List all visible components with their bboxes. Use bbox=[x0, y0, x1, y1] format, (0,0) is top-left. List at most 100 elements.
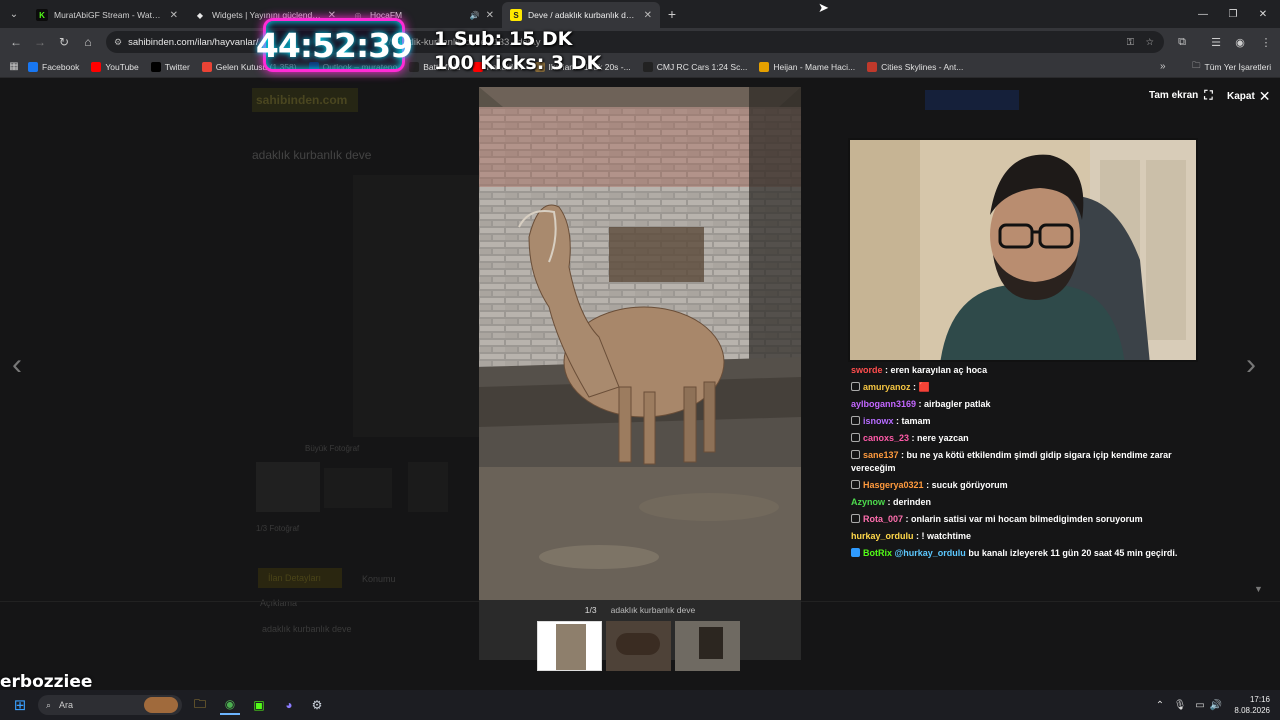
minimize-button[interactable]: — bbox=[1186, 0, 1220, 28]
bookmark-item[interactable]: Heijan - Mame Haci... bbox=[759, 61, 855, 72]
new-tab-button[interactable]: + bbox=[660, 6, 684, 22]
chat-text: eren karayılan aç hoca bbox=[890, 365, 988, 375]
chat-username[interactable]: BotRix bbox=[863, 548, 892, 558]
back-icon[interactable]: ← bbox=[4, 30, 28, 54]
bookmark-item[interactable]: YouTube bbox=[91, 61, 139, 72]
reload-icon[interactable]: ↻ bbox=[52, 30, 76, 54]
close-icon[interactable]: ✕ bbox=[644, 10, 652, 21]
chat-separator: : bbox=[882, 365, 891, 375]
chat-separator: : bbox=[913, 531, 922, 541]
site-info-icon[interactable]: ⚙ bbox=[114, 37, 122, 48]
password-key-icon[interactable]: ⚿ bbox=[1127, 37, 1134, 48]
bot-badge-icon bbox=[851, 450, 860, 459]
bookmark-label: Facebook bbox=[42, 61, 80, 72]
home-icon[interactable]: ⌂ bbox=[76, 30, 100, 54]
close-icon[interactable]: ✕ bbox=[486, 10, 494, 21]
photo-caption-bar: 1/3 adaklık kurbanlık deve bbox=[479, 600, 801, 620]
file-explorer-icon[interactable]: 🗀 bbox=[190, 695, 210, 715]
chat-message: Hasgerya0321 : sucuk görüyorum bbox=[848, 477, 1200, 494]
window-close-button[interactable]: ✕ bbox=[1246, 0, 1280, 28]
subathon-rules: 1 Sub: 15 DK 100 Kicks: 3 DK bbox=[434, 27, 601, 75]
thumbnail-3[interactable] bbox=[675, 621, 740, 671]
stream-chat: sworde : eren karayılan aç hoca amuryanoz… bbox=[848, 362, 1200, 562]
bookmark-star-icon[interactable]: ☆ bbox=[1145, 37, 1154, 48]
chat-text: tamam bbox=[901, 416, 931, 426]
media-control-icon[interactable]: ☰ bbox=[1204, 28, 1228, 56]
system-clock[interactable]: 17:16 8.08.2026 bbox=[1234, 694, 1270, 716]
chat-message: hurkay_ordulu : ! watchtime bbox=[848, 528, 1200, 545]
forward-icon[interactable]: → bbox=[28, 30, 52, 54]
extensions-icon[interactable]: ⧉ bbox=[1170, 28, 1194, 56]
speaker-icon[interactable]: 🔊 bbox=[470, 11, 480, 20]
tab-search-icon[interactable]: ⌄ bbox=[0, 0, 28, 28]
screen: ⌄ K MuratAbiGF Stream - Watch Li ✕ ◆ Wid… bbox=[0, 0, 1280, 720]
camel-photo bbox=[479, 87, 801, 600]
chat-username[interactable]: canoxs_23 bbox=[863, 433, 909, 443]
taskbar-search[interactable]: ⌕ Ara bbox=[38, 695, 182, 715]
chat-text: bu kanalı izleyerek 11 gün 20 saat 45 mi… bbox=[968, 548, 1178, 558]
chat-text: nere yazcan bbox=[917, 433, 969, 443]
thumbnail-2[interactable] bbox=[606, 621, 671, 671]
windows-start-icon[interactable]: ⊞ bbox=[10, 695, 30, 715]
chat-username[interactable]: Azynow bbox=[851, 497, 885, 507]
discord-icon[interactable]: ◕ bbox=[279, 695, 299, 715]
chat-mention[interactable]: @hurkay_ordulu bbox=[895, 548, 966, 558]
tray-overflow-icon[interactable]: ⌃ bbox=[1150, 695, 1170, 715]
more-bookmarks-icon[interactable]: » bbox=[1160, 61, 1166, 72]
fullscreen-icon: ⛶ bbox=[1204, 88, 1213, 102]
clock-time: 17:16 bbox=[1249, 695, 1270, 704]
chat-text: sucuk görüyorum bbox=[931, 480, 1008, 490]
bookmark-item[interactable]: Facebook bbox=[28, 61, 80, 72]
chat-username[interactable]: Hasgerya0321 bbox=[863, 480, 924, 490]
tab-kick-stream[interactable]: K MuratAbiGF Stream - Watch Li ✕ bbox=[28, 2, 186, 28]
microphone-icon[interactable]: 🎙 bbox=[1170, 695, 1190, 715]
kick-app-icon[interactable]: ▣ bbox=[249, 695, 269, 715]
profile-avatar[interactable]: ◉ bbox=[1228, 28, 1252, 56]
gmail-icon bbox=[201, 61, 212, 72]
subathon-timer: 44:52:39 bbox=[256, 18, 413, 72]
chat-username[interactable]: isnowx bbox=[863, 416, 894, 426]
maximize-button[interactable]: ❐ bbox=[1216, 0, 1250, 28]
bot-badge-icon bbox=[851, 433, 860, 442]
chat-username[interactable]: Rota_007 bbox=[863, 514, 903, 524]
chat-username[interactable]: aylbogann3169 bbox=[851, 399, 916, 409]
chat-separator: : bbox=[885, 497, 894, 507]
chat-message: amuryanoz : 🟥 bbox=[848, 379, 1200, 396]
chat-username[interactable]: sworde bbox=[851, 365, 883, 375]
next-photo-arrow[interactable]: › bbox=[1246, 348, 1256, 382]
clock-date: 8.08.2026 bbox=[1234, 706, 1270, 715]
heijan-icon bbox=[759, 61, 770, 72]
fullscreen-button[interactable]: Tam ekran ⛶ bbox=[1149, 88, 1213, 103]
menu-kebab-icon[interactable]: ⋮ bbox=[1254, 28, 1278, 56]
thumbnail-strip bbox=[479, 620, 801, 671]
close-lightbox-button[interactable]: Kapat ✕ bbox=[1227, 88, 1271, 105]
chat-separator: : bbox=[916, 399, 925, 409]
search-icon: ⌕ bbox=[46, 699, 52, 710]
tab-title: Deve / adaklık kurbanlık deve s bbox=[528, 10, 638, 20]
chrome-icon[interactable]: ◉ bbox=[220, 695, 240, 715]
bookmark-item[interactable]: CMJ RC Cars 1:24 Sc... bbox=[642, 61, 747, 72]
chat-username[interactable]: amuryanoz bbox=[863, 382, 911, 392]
tab-sahibinden[interactable]: S Deve / adaklık kurbanlık deve s ✕ bbox=[502, 2, 660, 28]
close-icon[interactable]: ✕ bbox=[170, 10, 178, 21]
chat-separator: : bbox=[903, 514, 912, 524]
thumbnail-1[interactable] bbox=[537, 621, 602, 671]
chat-separator: : bbox=[898, 450, 907, 460]
chat-username[interactable]: hurkay_ordulu bbox=[851, 531, 914, 541]
facebook-icon bbox=[28, 61, 38, 72]
all-bookmarks-button[interactable]: 🗀 Tüm Yer İşaretleri bbox=[1192, 60, 1271, 74]
chat-separator: : bbox=[923, 480, 932, 490]
chat-text: derinden bbox=[893, 497, 932, 507]
volume-icon[interactable]: 🔊 bbox=[1206, 695, 1226, 715]
chat-message: sane137 : bu ne ya kötü etkilendim şimdi… bbox=[848, 447, 1200, 477]
previous-photo-arrow[interactable]: ‹ bbox=[12, 348, 22, 382]
bookmark-item[interactable]: Cities Skylines - Ant... bbox=[867, 61, 963, 72]
chat-message: Azynow : derinden bbox=[848, 494, 1200, 511]
folder-icon: 🗀 bbox=[1192, 59, 1201, 70]
browser-tab-bar: ⌄ K MuratAbiGF Stream - Watch Li ✕ ◆ Wid… bbox=[0, 0, 1280, 28]
chat-scroll-down-icon[interactable]: ▼ bbox=[1254, 584, 1263, 594]
bookmark-item[interactable]: Twitter bbox=[150, 61, 190, 72]
steam-icon[interactable]: ⚙ bbox=[307, 695, 327, 715]
apps-grid-icon[interactable]: ▦ bbox=[0, 61, 28, 72]
chat-username[interactable]: sane137 bbox=[863, 450, 899, 460]
